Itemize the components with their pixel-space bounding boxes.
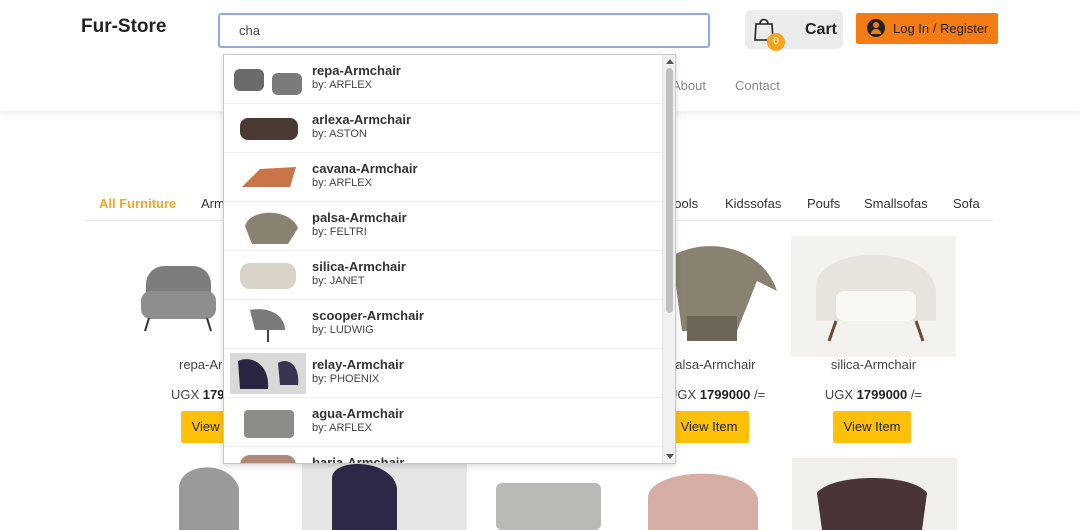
suggestion-item[interactable]: silica-Armchair by: JANET [224, 251, 662, 300]
tab-poufs[interactable]: Poufs [807, 196, 840, 211]
view-item-button[interactable]: View Item [833, 411, 911, 443]
suggestion-item[interactable]: agua-Armchair by: ARFLEX [224, 398, 662, 447]
suggestion-name: arlexa-Armchair [312, 112, 411, 127]
scroll-thumb[interactable] [666, 68, 673, 313]
tab-smallsofas[interactable]: Smallsofas [864, 196, 928, 211]
search-suggestions-dropdown: repa-Armchair by: ARFLEX arlexa-Armchair… [223, 54, 676, 464]
cart-button[interactable]: 0 Cart [745, 10, 843, 51]
suggestion-name: scooper-Armchair [312, 308, 424, 323]
suggestion-brand: by: PHOENIX [312, 373, 380, 385]
suggestion-brand: by: ASTON [312, 128, 367, 140]
suggestion-thumbnail [245, 212, 298, 244]
product-image [648, 473, 758, 530]
suggestion-item[interactable]: palsa-Armchair by: FELTRI [224, 202, 662, 251]
view-item-button[interactable]: View Item [669, 411, 749, 443]
tab-all-furniture[interactable]: All Furniture [99, 196, 176, 211]
suggestion-name: palsa-Armchair [312, 210, 407, 225]
brand-logo[interactable]: Fur-Store [81, 16, 167, 38]
suggestion-item[interactable]: scooper-Armchair by: LUDWIG [224, 300, 662, 349]
suggestion-name: silica-Armchair [312, 259, 406, 274]
scroll-up-arrow-icon[interactable] [666, 59, 674, 64]
suggestion-brand: by: ARFLEX [312, 177, 372, 189]
suggestion-name: baria-Armchair [312, 455, 405, 464]
suggestion-brand: by: ARFLEX [312, 79, 372, 91]
suggestion-thumbnail [242, 167, 296, 187]
cart-count-badge: 0 [767, 33, 785, 51]
nav-about[interactable]: About [672, 78, 706, 93]
product-image [302, 458, 467, 530]
product-name: silica-Armchair [830, 357, 917, 372]
suggestion-item[interactable]: arlexa-Armchair by: ASTON [224, 104, 662, 153]
suggestion-brand: by: FELTRI [312, 226, 367, 238]
suggestion-thumbnail [240, 263, 296, 289]
login-register-button[interactable]: Log In / Register [856, 13, 998, 44]
product-image [496, 483, 601, 530]
tab-kidssofas[interactable]: Kidssofas [725, 196, 781, 211]
suggestion-brand: by: ARFLEX [312, 422, 372, 434]
suggestion-name: repa-Armchair [312, 63, 401, 78]
suggestion-item[interactable]: repa-Armchair by: ARFLEX [224, 55, 662, 104]
nav-contact[interactable]: Contact [735, 78, 780, 93]
scroll-down-arrow-icon[interactable] [666, 454, 674, 459]
product-price: UGX 1799000 /= [824, 387, 923, 402]
suggestion-thumbnail [234, 69, 302, 95]
product-image [179, 467, 239, 530]
user-icon [867, 19, 885, 37]
suggestion-thumbnail [240, 118, 298, 140]
suggestion-item[interactable]: baria-Armchair [224, 447, 662, 464]
login-label: Log In / Register [893, 21, 989, 36]
suggestion-thumbnail [240, 455, 296, 463]
suggestion-brand: by: JANET [312, 275, 365, 287]
suggestion-thumbnail [244, 410, 294, 438]
suggestion-thumbnail [250, 309, 285, 342]
product-image [792, 458, 957, 530]
search-input[interactable] [218, 13, 710, 48]
suggestion-name: relay-Armchair [312, 357, 404, 372]
suggestion-brand: by: LUDWIG [312, 324, 374, 336]
dropdown-scrollbar[interactable] [662, 55, 675, 463]
suggestion-item[interactable]: cavana-Armchair by: ARFLEX [224, 153, 662, 202]
cart-label: Cart [805, 21, 838, 38]
suggestion-name: agua-Armchair [312, 406, 404, 421]
suggestion-name: cavana-Armchair [312, 161, 418, 176]
tab-sofa[interactable]: Sofa [953, 196, 980, 211]
product-image [791, 236, 956, 357]
suggestion-item[interactable]: relay-Armchair by: PHOENIX [224, 349, 662, 398]
suggestion-thumbnail [230, 353, 306, 394]
tab-armchairs[interactable]: Arm [201, 196, 225, 211]
